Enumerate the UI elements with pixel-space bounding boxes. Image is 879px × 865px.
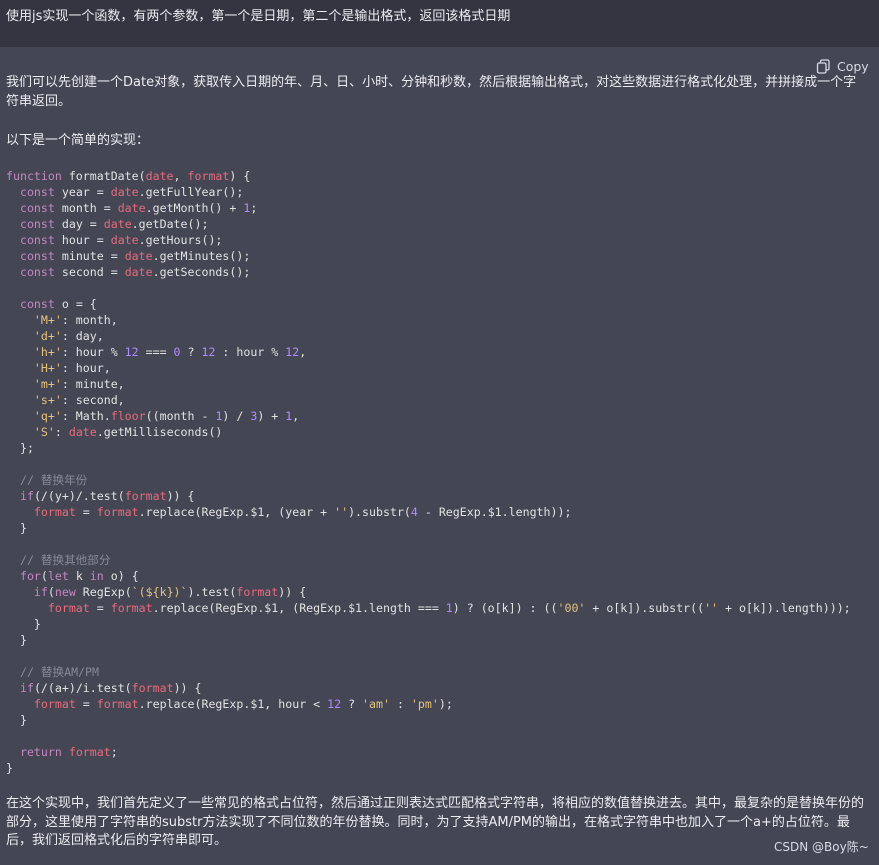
answer-lead: 以下是一个简单的实现：	[6, 133, 150, 148]
code-line: }	[6, 617, 41, 631]
answer-conclusion: 在这个实现中，我们首先定义了一些常见的格式占位符，然后通过正则表达式匹配格式字符…	[6, 796, 865, 848]
code-line: const minute = date.getMinutes();	[19, 249, 251, 263]
user-message-text: 使用js实现一个函数，有两个参数，第一个是日期，第二个是输出格式，返回该格式日期	[6, 9, 511, 24]
code-line: }	[6, 713, 27, 727]
code-line: }	[6, 633, 27, 647]
code-line: 'H+': hour,	[33, 361, 111, 375]
code-line: 's+': second,	[33, 393, 125, 407]
code-block: function formatDate(date, format) { cons…	[6, 168, 851, 776]
code-line: }	[6, 761, 13, 775]
code-line: if(/(a+)/i.test(format)) {	[19, 681, 202, 695]
code-line: const year = date.getFullYear();	[19, 185, 244, 199]
code-line: 'd+': day,	[33, 329, 104, 343]
code-line: for(let k in o) {	[19, 569, 139, 583]
clipboard-icon	[816, 58, 830, 74]
code-line: function formatDate(date, format) {	[6, 169, 251, 183]
code-line: // 替换其他部分	[6, 553, 111, 567]
copy-button-label: Copy	[837, 58, 869, 74]
user-message: 使用js实现一个函数，有两个参数，第一个是日期，第二个是输出格式，返回该格式日期	[0, 0, 879, 47]
code-line: format = format.replace(RegExp.$1, (RegE…	[47, 601, 851, 615]
code-line: // 替换AM/PM	[6, 665, 99, 679]
code-line: const day = date.getDate();	[19, 217, 209, 231]
code-line: if(new RegExp(`(${k})`).test(format)) {	[33, 585, 307, 599]
code-line: const hour = date.getHours();	[19, 233, 223, 247]
code-line: // 替换年份	[6, 473, 88, 487]
code-line: 'h+': hour % 12 === 0 ? 12 : hour % 12,	[33, 345, 307, 359]
code-line: format = format.replace(RegExp.$1, (year…	[33, 505, 572, 519]
code-line: return format;	[19, 745, 118, 759]
code-line: const second = date.getSeconds();	[19, 265, 251, 279]
code-line: };	[6, 441, 34, 455]
code-line: 'M+': month,	[33, 313, 118, 327]
code-line: 'q+': Math.floor((month - 1) / 3) + 1,	[33, 409, 300, 423]
code-line: const o = {	[19, 297, 97, 311]
watermark: CSDN @Boy陈~	[774, 840, 869, 854]
code-line: 'm+': minute,	[33, 377, 125, 391]
code-line: 'S': date.getMilliseconds()	[33, 425, 223, 439]
answer-intro: 我们可以先创建一个Date对象，获取传入日期的年、月、日、小时、分钟和秒数，然后…	[6, 75, 857, 109]
code-line: format = format.replace(RegExp.$1, hour …	[33, 697, 453, 711]
code-line: const month = date.getMonth() + 1;	[19, 201, 258, 215]
code-line: if(/(y+)/.test(format)) {	[19, 489, 195, 503]
code-line: }	[6, 521, 27, 535]
